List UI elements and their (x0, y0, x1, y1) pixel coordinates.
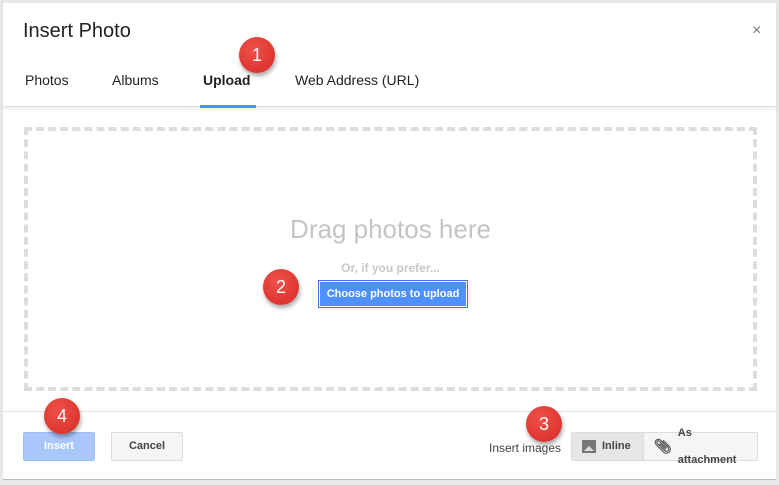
dialog-header: Insert Photo × Photos Albums Upload Web … (3, 3, 776, 108)
inline-button[interactable]: Inline (571, 432, 644, 461)
tab-web-address[interactable]: Web Address (URL) (295, 72, 419, 88)
step-badge-1: 1 (239, 37, 275, 73)
inline-label: Inline (602, 440, 631, 452)
insert-button[interactable]: Insert (23, 432, 95, 461)
insert-images-label: Insert images (489, 441, 562, 455)
drag-heading: Drag photos here (290, 214, 491, 244)
insert-photo-dialog: Insert Photo × Photos Albums Upload Web … (3, 3, 776, 480)
step-badge-4: 4 (44, 398, 80, 434)
footer-divider (3, 411, 776, 412)
paperclip-icon: 📎︎ (654, 438, 672, 454)
tab-photos[interactable]: Photos (25, 72, 69, 88)
step-badge-2: 2 (263, 269, 299, 305)
image-icon (582, 440, 596, 453)
as-attachment-button[interactable]: 📎︎ As attachment (643, 427, 758, 466)
choose-photos-button[interactable]: Choose photos to upload (318, 280, 468, 308)
prefer-text: Or, if you prefer... (341, 261, 440, 275)
active-tab-indicator (200, 105, 256, 108)
drop-zone[interactable]: Drag photos here Or, if you prefer... Ch… (24, 127, 757, 391)
tab-albums[interactable]: Albums (112, 72, 159, 88)
cancel-button[interactable]: Cancel (111, 432, 183, 461)
dialog-title: Insert Photo (23, 20, 131, 42)
as-attachment-label: As attachment (677, 426, 737, 466)
close-icon[interactable]: × (752, 22, 761, 40)
tab-upload[interactable]: Upload (203, 72, 250, 88)
step-badge-3: 3 (526, 406, 562, 442)
